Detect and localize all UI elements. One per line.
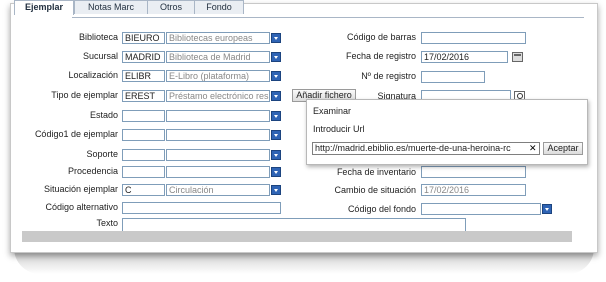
chevron-down-icon[interactable] xyxy=(271,130,281,140)
label-fecha-inventario: Fecha de inventario xyxy=(336,167,416,177)
codigo1-name-field[interactable] xyxy=(166,129,270,141)
calendar-icon[interactable] xyxy=(512,52,523,62)
chevron-down-icon[interactable] xyxy=(271,91,281,101)
num-registro-field[interactable] xyxy=(421,71,485,83)
label-num-registro: Nº de registro xyxy=(361,71,416,81)
label-tipo-ejemplar: Tipo de ejemplar xyxy=(51,90,118,100)
fecha-registro-field[interactable]: 17/02/2016 xyxy=(421,51,508,63)
label-situacion: Situación ejemplar xyxy=(43,184,118,194)
chevron-down-icon[interactable] xyxy=(542,204,552,214)
chevron-down-icon[interactable] xyxy=(271,167,281,177)
tab-otros[interactable]: Otros xyxy=(147,0,195,14)
procedencia-code-field[interactable] xyxy=(122,166,165,178)
chevron-down-icon[interactable] xyxy=(271,150,281,160)
codigo1-code-field[interactable] xyxy=(122,129,165,141)
estado-name-field[interactable] xyxy=(166,110,270,122)
clear-icon[interactable]: ✕ xyxy=(529,143,537,153)
label-biblioteca: Biblioteca xyxy=(78,32,118,42)
chevron-down-icon[interactable] xyxy=(271,71,281,81)
situacion-name-field[interactable]: Circulación xyxy=(166,184,270,196)
chevron-down-icon[interactable] xyxy=(271,52,281,62)
sucursal-code-field[interactable]: MADRID xyxy=(122,51,165,63)
codigo-alternativo-field[interactable] xyxy=(122,202,281,214)
texto-field[interactable] xyxy=(122,218,466,232)
label-soporte: Soporte xyxy=(86,149,118,159)
url-input[interactable]: http://madrid.ebiblio.es/muerte-de-una-h… xyxy=(312,142,540,155)
tab-notas-marc[interactable]: Notas Marc xyxy=(74,0,148,14)
label-fecha-registro: Fecha de registro xyxy=(345,51,416,61)
soporte-code-field[interactable] xyxy=(122,149,165,161)
localizacion-name-field[interactable]: E-Libro (plataforma) xyxy=(166,70,270,82)
introducir-url-option[interactable]: Introducir Url xyxy=(313,124,365,134)
cambio-situacion-field: 17/02/2016 xyxy=(421,184,526,196)
label-codigo-fondo: Código del fondo xyxy=(347,204,416,214)
chevron-down-icon[interactable] xyxy=(271,185,281,195)
bottom-scrollbar[interactable] xyxy=(22,231,572,242)
chevron-down-icon[interactable] xyxy=(271,111,281,121)
tab-ejemplar[interactable]: Ejemplar xyxy=(14,0,74,15)
tipo-code-field[interactable]: EREST xyxy=(122,90,165,102)
label-codigo-alternativo: Código alternativo xyxy=(45,202,118,212)
sucursal-name-field[interactable]: Biblioteca de Madrid xyxy=(166,51,270,63)
situacion-code-field[interactable]: C xyxy=(122,184,165,196)
tab-divider xyxy=(72,17,584,18)
estado-code-field[interactable] xyxy=(122,110,165,122)
localizacion-code-field[interactable]: ELIBR xyxy=(122,70,165,82)
aceptar-button[interactable]: Aceptar xyxy=(543,142,583,155)
codigo-fondo-field[interactable] xyxy=(421,203,541,215)
tab-fondo[interactable]: Fondo xyxy=(194,0,244,14)
label-estado: Estado xyxy=(89,110,118,120)
label-cambio-situacion: Cambio de situación xyxy=(334,185,416,195)
codigo-barras-field[interactable] xyxy=(421,32,526,44)
label-texto: Texto xyxy=(96,218,118,228)
procedencia-name-field[interactable] xyxy=(166,166,270,178)
biblioteca-name-field[interactable]: Bibliotecas europeas xyxy=(166,32,270,44)
label-codigo1: Código1 de ejemplar xyxy=(34,129,118,139)
tipo-name-field[interactable]: Préstamo electrónico res xyxy=(166,90,270,102)
examinar-option[interactable]: Examinar xyxy=(313,106,351,116)
biblioteca-code-field[interactable]: BIEURO xyxy=(122,32,165,44)
fecha-inventario-field[interactable] xyxy=(421,166,526,178)
label-localizacion: Localización xyxy=(68,70,118,80)
label-codigo-barras: Código de barras xyxy=(346,32,416,42)
add-file-popup: Examinar Introducir Url http://madrid.eb… xyxy=(306,99,588,165)
label-sucursal: Sucursal xyxy=(82,51,118,61)
label-procedencia: Procedencia xyxy=(67,166,118,176)
soporte-name-field[interactable] xyxy=(166,149,270,161)
chevron-down-icon[interactable] xyxy=(271,33,281,43)
